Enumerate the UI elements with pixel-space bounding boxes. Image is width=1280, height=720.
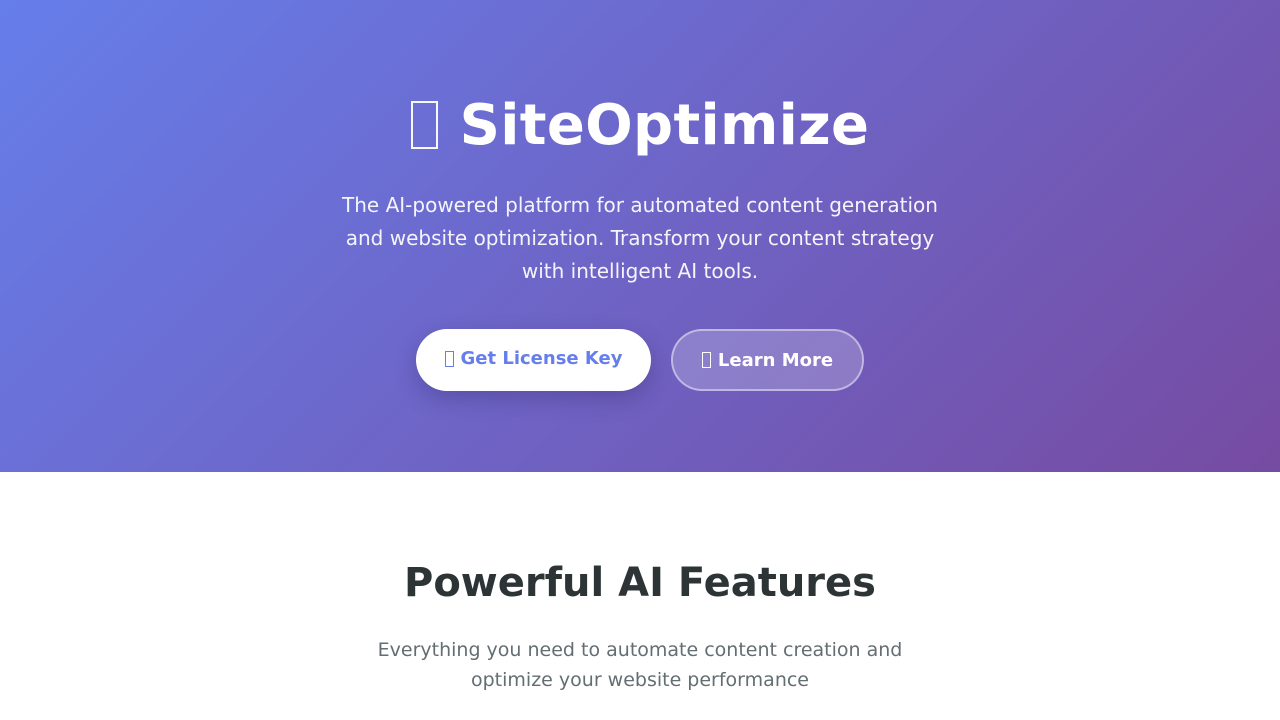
hero-subtitle: The AI-powered platform for automated co… [342,193,938,283]
rocket-icon [410,100,438,149]
book-icon [701,352,711,368]
get-license-key-label: Get License Key [460,348,623,369]
learn-more-button[interactable]: Learn More [671,329,864,391]
learn-more-label: Learn More [717,349,834,371]
features-title: Powerful AI Features [404,560,876,606]
get-license-key-button[interactable]: Get License Key [416,329,651,391]
features-subtitle: Everything you need to automate content … [377,639,903,691]
hero-section: SiteOptimize The AI-powered platform for… [0,0,1280,472]
hero-title: SiteOptimize [0,88,1280,164]
hero-title-text: SiteOptimize [459,93,870,158]
key-icon [444,350,454,367]
